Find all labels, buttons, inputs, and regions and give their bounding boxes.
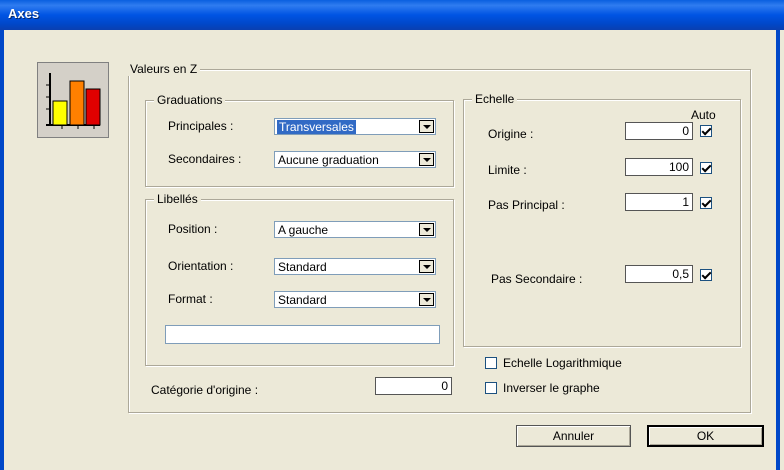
orientation-select[interactable]: Standard xyxy=(274,258,436,275)
position-select[interactable]: A gauche xyxy=(274,221,436,238)
pas-secondaire-auto-checkbox[interactable] xyxy=(700,269,712,281)
categorie-origine-label: Catégorie d'origine : xyxy=(151,383,259,397)
chevron-down-icon[interactable] xyxy=(419,153,434,166)
principales-label: Principales : xyxy=(168,119,234,133)
origine-value: 0 xyxy=(682,124,689,138)
pas-secondaire-value: 0,5 xyxy=(672,267,689,281)
echelle-logarithmique-label[interactable]: Echelle Logarithmique xyxy=(503,356,622,370)
limite-auto-checkbox[interactable] xyxy=(700,162,712,174)
title-bar[interactable]: Axes xyxy=(0,0,784,30)
echelle-logarithmique-checkbox[interactable] xyxy=(485,357,497,369)
ok-button[interactable]: OK xyxy=(647,425,764,447)
libelles-group-label: Libellés xyxy=(154,192,201,206)
categorie-origine-value: 0 xyxy=(441,379,448,393)
bar-chart-icon xyxy=(37,62,109,138)
format-select[interactable]: Standard xyxy=(274,291,436,308)
categorie-origine-input[interactable]: 0 xyxy=(375,377,452,395)
limite-value: 100 xyxy=(668,160,689,174)
principales-select[interactable]: Transversales xyxy=(274,118,436,135)
principales-value: Transversales xyxy=(277,120,356,134)
pas-principal-value: 1 xyxy=(682,195,689,209)
format-label: Format : xyxy=(168,292,213,306)
origine-input[interactable]: 0 xyxy=(625,122,693,140)
orientation-label: Orientation : xyxy=(168,259,234,273)
origine-label: Origine : xyxy=(488,127,534,141)
chevron-down-icon[interactable] xyxy=(419,120,434,133)
inverser-graphe-label[interactable]: Inverser le graphe xyxy=(503,381,600,395)
window-title: Axes xyxy=(8,6,40,21)
format-value: Standard xyxy=(278,293,327,307)
position-value: A gauche xyxy=(278,223,329,237)
secondaires-value: Aucune graduation xyxy=(278,153,379,167)
inverser-graphe-checkbox[interactable] xyxy=(485,382,497,394)
pas-principal-input[interactable]: 1 xyxy=(625,193,693,211)
chevron-down-icon[interactable] xyxy=(419,293,434,306)
origine-auto-checkbox[interactable] xyxy=(700,125,712,137)
annuler-button[interactable]: Annuler xyxy=(516,425,631,447)
pas-principal-auto-checkbox[interactable] xyxy=(700,197,712,209)
secondaires-select[interactable]: Aucune graduation xyxy=(274,151,436,168)
limite-input[interactable]: 100 xyxy=(625,158,693,176)
auto-column-label: Auto xyxy=(691,108,716,122)
echelle-group-label: Echelle xyxy=(472,92,518,106)
limite-label: Limite : xyxy=(488,163,527,177)
chevron-down-icon[interactable] xyxy=(419,223,434,236)
chevron-down-icon[interactable] xyxy=(419,260,434,273)
pas-secondaire-label: Pas Secondaire : xyxy=(491,272,583,286)
secondaires-label: Secondaires : xyxy=(168,152,242,166)
position-label: Position : xyxy=(168,222,218,236)
format-text-input[interactable] xyxy=(165,325,440,344)
graduations-group-label: Graduations xyxy=(154,93,226,107)
graduations-group: Graduations xyxy=(145,93,454,187)
orientation-value: Standard xyxy=(278,260,327,274)
pas-secondaire-input[interactable]: 0,5 xyxy=(625,265,693,283)
pas-principal-label: Pas Principal : xyxy=(488,198,565,212)
bar-chart-icon-graphic xyxy=(46,73,101,129)
valeurs-group-label: Valeurs en Z xyxy=(127,62,201,76)
